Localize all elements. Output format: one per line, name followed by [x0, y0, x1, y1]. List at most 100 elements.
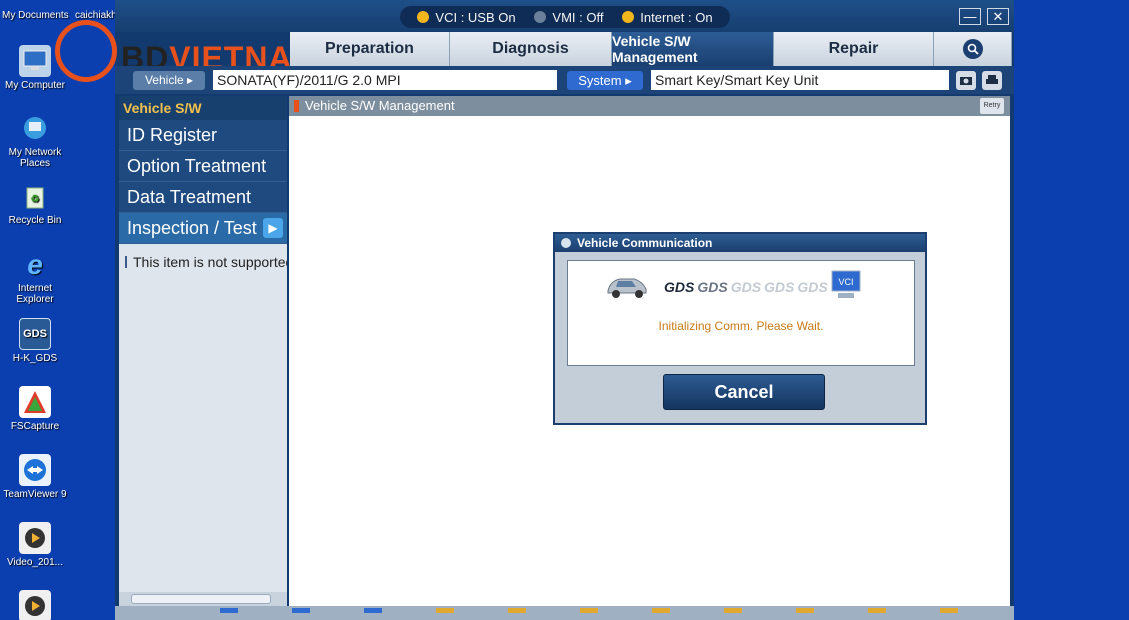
vehicle-button[interactable]: Vehicle ▸: [133, 71, 205, 90]
svg-text:VCI: VCI: [838, 277, 853, 287]
desktop-icon-internet-explorer[interactable]: e Internet Explorer: [0, 248, 70, 305]
content-title: Vehicle S/W Management: [305, 98, 455, 113]
desktop-icon-teamviewer[interactable]: TeamViewer 9: [0, 454, 70, 500]
tab-vehicle-sw-management[interactable]: Vehicle S/W Management: [612, 32, 774, 66]
sidebar-item-inspection-test[interactable]: Inspection / Test ▶: [119, 213, 287, 244]
content-header: Vehicle S/W Management Retry: [289, 96, 1010, 116]
bdvietnam-logo: BDVIETNAM: [55, 12, 319, 82]
video-file-icon: [19, 522, 51, 554]
logo-ring: [55, 20, 117, 82]
vci-status-dot: [417, 11, 430, 23]
toolbar-shortcut[interactable]: [580, 608, 598, 613]
desktop-icon-label: Recycle Bin: [8, 215, 62, 226]
toolbar-shortcut[interactable]: [436, 608, 454, 613]
camera-button[interactable]: [956, 71, 976, 90]
cancel-button[interactable]: Cancel: [663, 374, 825, 410]
teamviewer-icon: [19, 454, 51, 486]
gds-icon: GDS: [19, 318, 51, 350]
scrollbar-thumb[interactable]: [131, 594, 271, 604]
vmi-status-label: VMI : Off: [552, 9, 604, 25]
toolbar-shortcut[interactable]: [724, 608, 742, 613]
connection-status-bar: VCI : USB On VMI : Off Internet : On: [400, 6, 730, 28]
desktop-icon-label: Video_201...: [7, 557, 63, 568]
retry-button[interactable]: Retry: [980, 98, 1004, 114]
svg-text:♻: ♻: [31, 194, 40, 205]
internet-explorer-icon: e: [27, 248, 43, 280]
gds-logo: GDS: [730, 279, 762, 295]
printer-icon: [986, 75, 998, 84]
desktop: My Documents caichiakh My Computer My Ne…: [0, 0, 117, 620]
desktop-icon-video-2[interactable]: [0, 590, 70, 620]
gds-logo: GDS: [697, 279, 728, 295]
internet-status-label: Internet : On: [640, 9, 713, 25]
toolbar-shortcut[interactable]: [364, 608, 382, 613]
vci-status: VCI : USB On: [417, 9, 516, 25]
desktop-icon-fscapture[interactable]: FSCapture: [0, 386, 70, 432]
fscapture-icon: [19, 386, 51, 418]
document-icon: [125, 256, 127, 268]
gds-progress-logos: GDS GDS GDS GDS GDS: [664, 279, 831, 295]
desktop-icon-gds[interactable]: GDS H-K_GDS: [0, 318, 70, 364]
system-field[interactable]: Smart Key/Smart Key Unit: [651, 70, 949, 90]
toolbar-shortcut[interactable]: [868, 608, 886, 613]
desktop-icon-label: Internet Explorer: [16, 283, 54, 305]
status-message: Initializing Comm. Please Wait.: [658, 319, 824, 333]
dialog-icon: [561, 238, 571, 248]
vmi-status: VMI : Off: [534, 10, 603, 25]
content-panel: Vehicle S/W Management Retry Vehicle Com…: [289, 96, 1010, 606]
vehicle-field[interactable]: SONATA(YF)/2011/G 2.0 MPI: [213, 70, 557, 90]
sidebar-horizontal-scrollbar[interactable]: [119, 592, 287, 606]
sidebar-header: Vehicle S/W Management: [119, 96, 287, 140]
vci-device-icon: VCI: [830, 269, 862, 301]
search-button[interactable]: [934, 32, 1012, 66]
header-marker: [294, 100, 299, 112]
toolbar-shortcut[interactable]: [652, 608, 670, 613]
gds-logo: GDS: [797, 279, 828, 295]
desktop-icon-label: My Network Places: [8, 147, 62, 169]
minimize-button[interactable]: —: [959, 8, 981, 25]
vehicle-communication-dialog: Vehicle Communication GDS GDS GDS GDS GD…: [553, 232, 927, 425]
toolbar-shortcut[interactable]: [508, 608, 526, 613]
close-button[interactable]: ✕: [987, 8, 1009, 25]
not-supported-text: This item is not supported: [133, 254, 287, 270]
print-button[interactable]: [982, 71, 1002, 90]
dialog-title-bar: Vehicle Communication: [555, 234, 925, 252]
tab-diagnosis[interactable]: Diagnosis: [450, 32, 612, 66]
car-icon: [607, 278, 647, 298]
desktop-icon-label: TeamViewer 9: [3, 489, 67, 500]
main-tabs: Preparation Diagnosis Vehicle S/W Manage…: [290, 32, 1012, 66]
video-file-icon: [19, 590, 51, 620]
computer-icon: [19, 45, 51, 77]
toolbar-shortcut[interactable]: [940, 608, 958, 613]
camera-icon: [960, 77, 972, 85]
sidebar-item-data-treatment[interactable]: Data Treatment: [119, 182, 287, 213]
desktop-icon-label: FSCapture: [10, 421, 60, 432]
toolbar-shortcut[interactable]: [796, 608, 814, 613]
vci-status-label: VCI : USB On: [435, 9, 516, 25]
desktop-label-my-documents[interactable]: My Documents: [2, 10, 69, 21]
desktop-icon-recycle-bin[interactable]: ♻ Recycle Bin: [0, 180, 70, 226]
chevron-right-icon: ▶: [263, 218, 283, 238]
sidebar-item-id-register[interactable]: ID Register: [119, 120, 287, 151]
not-supported-notice: This item is not supported: [119, 244, 287, 280]
tab-preparation[interactable]: Preparation: [290, 32, 450, 66]
network-places-icon: [19, 112, 51, 144]
tab-repair[interactable]: Repair: [774, 32, 934, 66]
bottom-toolbar: [115, 606, 1014, 620]
toolbar-shortcut[interactable]: [292, 608, 310, 613]
internet-status-dot: [622, 11, 635, 23]
gds-logo: GDS: [764, 279, 795, 295]
sidebar-item-option-treatment[interactable]: Option Treatment: [119, 151, 287, 182]
gds-app-window: VCI : USB On VMI : Off Internet : On — ✕…: [55, 0, 1014, 620]
toolbar-shortcut[interactable]: [220, 608, 238, 613]
sidebar: Vehicle S/W Management ID Register Optio…: [119, 96, 287, 606]
search-icon: [962, 39, 983, 59]
internet-status: Internet : On: [622, 9, 713, 25]
desktop-icon-network-places[interactable]: My Network Places: [0, 112, 70, 169]
desktop-icon-label: H-K_GDS: [12, 353, 58, 364]
desktop-icon-video[interactable]: Video_201...: [0, 522, 70, 568]
system-button[interactable]: System ▸: [567, 71, 643, 90]
dialog-body: GDS GDS GDS GDS GDS VCI Initializing Com…: [567, 260, 915, 366]
vehicle-selection-row: Vehicle ▸ SONATA(YF)/2011/G 2.0 MPI Syst…: [115, 66, 1014, 94]
gds-logo: GDS: [664, 279, 695, 295]
